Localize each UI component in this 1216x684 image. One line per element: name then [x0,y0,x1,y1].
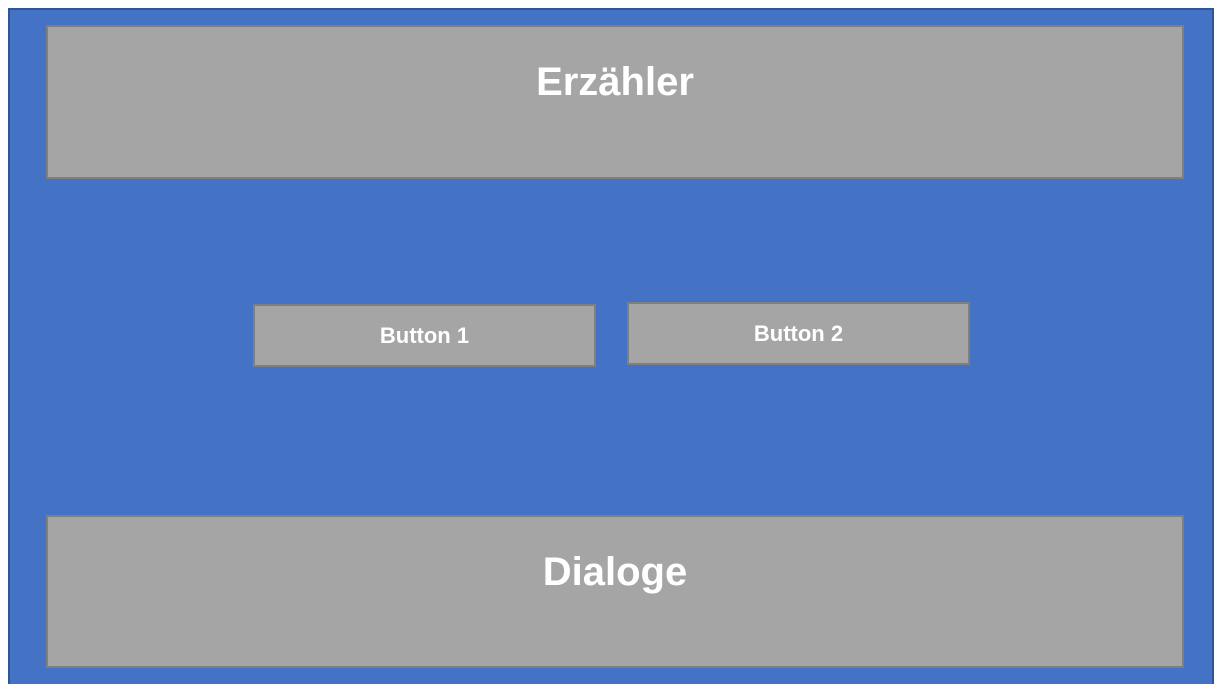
button-1-label: Button 1 [379,322,470,348]
dialogue-title: Dialoge [542,550,688,594]
button-2-label: Button 2 [753,320,844,346]
game-screen: Erzähler Button 1 Button 2 Dialoge [8,8,1214,684]
button-2[interactable]: Button 2 [627,302,970,365]
narrator-title: Erzähler [536,60,694,104]
button-1[interactable]: Button 1 [253,304,596,367]
narrator-panel: Erzähler [46,25,1184,179]
dialogue-panel: Dialoge [46,515,1184,668]
